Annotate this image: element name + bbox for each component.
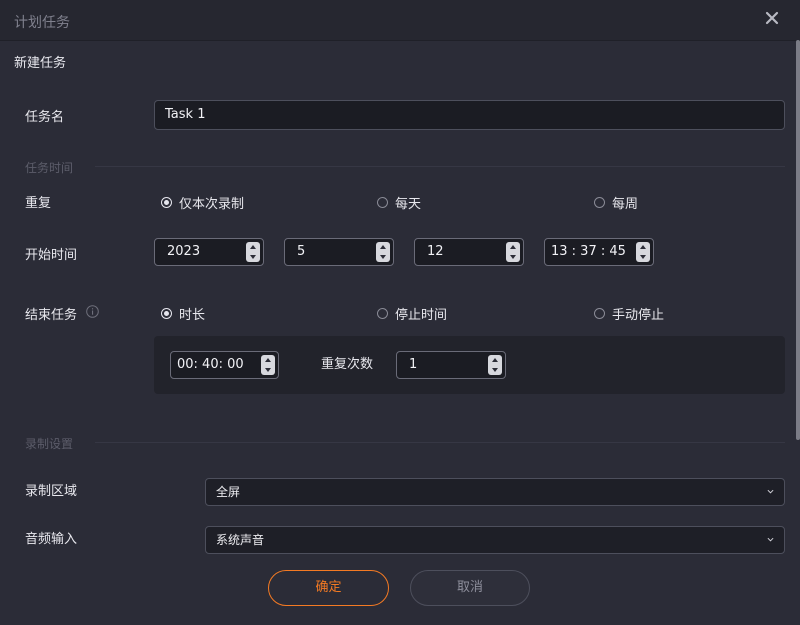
- radio-weekly-label: 每周: [612, 197, 639, 212]
- task-name-label: 任务名: [25, 110, 65, 125]
- decrement-button[interactable]: [376, 252, 390, 262]
- increment-button[interactable]: [506, 242, 520, 252]
- radio-once[interactable]: 仅本次录制: [161, 193, 244, 212]
- month-spinbox[interactable]: 5: [284, 238, 394, 266]
- increment-button[interactable]: [636, 242, 650, 252]
- spinner-control: [636, 242, 650, 262]
- arrow-up-icon: [510, 245, 516, 249]
- spinner-control: [488, 355, 502, 375]
- time-spinbox[interactable]: 13 : 37 : 45: [544, 238, 654, 266]
- radio-weekly[interactable]: 每周: [594, 193, 638, 212]
- radio-daily-label: 每天: [395, 197, 422, 212]
- record-area-value: 全屏: [216, 485, 241, 499]
- duration-value: 00: 40: 00: [177, 357, 244, 372]
- audio-input-label: 音频输入: [25, 532, 78, 547]
- repeat-count-value: 1: [409, 357, 418, 372]
- task-time-group-title: 任务时间: [25, 161, 74, 175]
- spinner-control: [506, 242, 520, 262]
- arrow-down-icon: [380, 255, 386, 259]
- radio-daily[interactable]: 每天: [377, 193, 421, 212]
- radio-button[interactable]: [377, 197, 388, 208]
- arrow-down-icon: [510, 255, 516, 259]
- audio-input-value: 系统声音: [216, 533, 265, 547]
- scrollbar[interactable]: [796, 40, 800, 440]
- spinner-control: [376, 242, 390, 262]
- repeat-label: 重复: [25, 196, 52, 211]
- year-value: 2023: [167, 244, 201, 259]
- task-name-input[interactable]: Task 1: [154, 100, 785, 130]
- increment-button[interactable]: [376, 242, 390, 252]
- start-time-label: 开始时间: [25, 248, 78, 263]
- record-settings-group-title: 录制设置: [25, 437, 74, 451]
- title-bar: 计划任务: [0, 0, 800, 41]
- increment-button[interactable]: [246, 242, 260, 252]
- radio-duration-label: 时长: [179, 308, 206, 323]
- arrow-up-icon: [492, 358, 498, 362]
- arrow-down-icon: [640, 255, 646, 259]
- decrement-button[interactable]: [636, 252, 650, 262]
- radio-button[interactable]: [377, 308, 388, 319]
- radio-stop-time[interactable]: 停止时间: [377, 304, 447, 323]
- divider: [95, 442, 785, 443]
- ok-button[interactable]: 确定: [268, 570, 389, 606]
- increment-button[interactable]: [488, 355, 502, 365]
- spinner-control: [246, 242, 260, 262]
- window-title: 计划任务: [14, 15, 70, 31]
- increment-button[interactable]: [261, 355, 275, 365]
- audio-input-select[interactable]: 系统声音: [205, 526, 785, 554]
- arrow-down-icon: [250, 255, 256, 259]
- radio-button-selected[interactable]: [161, 308, 172, 319]
- arrow-up-icon: [265, 358, 271, 362]
- record-area-label: 录制区域: [25, 484, 78, 499]
- chevron-down-icon: [767, 537, 774, 542]
- record-area-select[interactable]: 全屏: [205, 478, 785, 506]
- radio-manual-stop[interactable]: 手动停止: [594, 304, 664, 323]
- radio-duration[interactable]: 时长: [161, 304, 205, 323]
- arrow-up-icon: [250, 245, 256, 249]
- end-task-label: 结束任务: [25, 308, 78, 323]
- radio-once-label: 仅本次录制: [179, 197, 245, 212]
- info-icon[interactable]: [86, 305, 99, 318]
- year-spinbox[interactable]: 2023: [154, 238, 264, 266]
- duration-spinbox[interactable]: 00: 40: 00: [170, 351, 279, 379]
- arrow-up-icon: [380, 245, 386, 249]
- arrow-down-icon: [265, 368, 271, 372]
- day-value: 12: [427, 244, 444, 259]
- decrement-button[interactable]: [246, 252, 260, 262]
- radio-manual-stop-label: 手动停止: [612, 308, 665, 323]
- arrow-up-icon: [640, 245, 646, 249]
- repeat-count-spinbox[interactable]: 1: [396, 351, 506, 379]
- repeat-count-label: 重复次数: [321, 357, 374, 372]
- arrow-down-icon: [492, 368, 498, 372]
- decrement-button[interactable]: [488, 365, 502, 375]
- radio-button-selected[interactable]: [161, 197, 172, 208]
- month-value: 5: [297, 244, 306, 259]
- radio-button[interactable]: [594, 308, 605, 319]
- section-title: 新建任务: [14, 56, 67, 71]
- day-spinbox[interactable]: 12: [414, 238, 524, 266]
- decrement-button[interactable]: [506, 252, 520, 262]
- radio-button[interactable]: [594, 197, 605, 208]
- decrement-button[interactable]: [261, 365, 275, 375]
- radio-stop-time-label: 停止时间: [395, 308, 448, 323]
- cancel-button[interactable]: 取消: [410, 570, 530, 606]
- divider: [95, 166, 785, 167]
- time-value: 13 : 37 : 45: [551, 244, 626, 259]
- close-icon[interactable]: [764, 10, 780, 26]
- spinner-control: [261, 355, 275, 375]
- chevron-down-icon: [767, 489, 774, 494]
